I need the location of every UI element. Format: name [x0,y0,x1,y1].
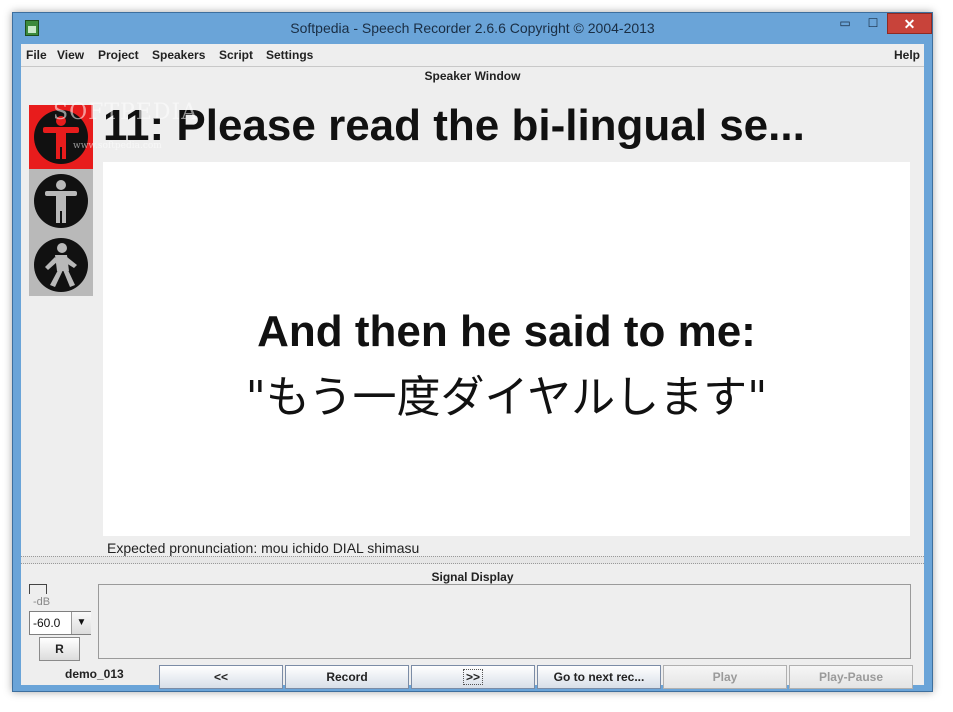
next-recording-button[interactable]: Go to next rec... [537,665,661,689]
menu-view[interactable]: View [57,48,84,62]
menu-project[interactable]: Project [98,48,139,62]
db-level-value: -60.0 [33,616,61,630]
level-meter-icon [29,584,47,594]
window-title: Softpedia - Speech Recorder 2.6.6 Copyri… [290,20,655,36]
play-button[interactable]: Play [663,665,787,689]
client-area: File View Project Speakers Script Settin… [21,44,924,689]
app-window: Softpedia - Speech Recorder 2.6.6 Copyri… [12,12,933,692]
minimize-button[interactable]: ▭ [831,13,859,34]
back-button[interactable]: << [159,665,283,689]
prompt-text-line-1: And then he said to me: [257,307,756,356]
watermark-url: www.softpedia.com [73,141,162,151]
record-button[interactable]: Record [285,665,409,689]
expected-pronunciation: Expected pronunciation: mou ichido DIAL … [107,540,420,556]
menu-settings[interactable]: Settings [266,48,313,62]
menu-speakers[interactable]: Speakers [152,48,205,62]
prompt-text-line-2: "もう一度ダイヤルします" [245,372,768,423]
session-id: demo_013 [65,667,124,681]
standing-figure-icon [34,174,88,228]
chevron-down-icon[interactable]: ▼ [71,612,91,634]
standby-light [29,169,93,233]
speaker-window-title: Speaker Window [424,69,521,83]
bottom-toolbar: demo_013 << Record >> Go to next rec... … [21,662,924,689]
menu-file[interactable]: File [26,48,47,62]
split-pane-divider[interactable] [21,556,924,564]
db-label: -dB [33,596,51,608]
db-level-select[interactable]: -60.0 ▼ [29,611,91,635]
menu-help[interactable]: Help [894,48,920,62]
forward-button-label: >> [462,669,483,685]
prompt-title: 11: Please read the bi-lingual se... [103,101,805,150]
prompt-area: And then he said to me: "もう一度ダイヤルします" [103,162,910,536]
signal-display-title: Signal Display [431,570,514,584]
r-button[interactable]: R [39,637,80,661]
menu-bar: File View Project Speakers Script Settin… [21,44,924,67]
go-light [29,233,93,297]
play-pause-button[interactable]: Play-Pause [789,665,913,689]
watermark: SOFTPEDIA [53,100,199,125]
title-bar[interactable]: Softpedia - Speech Recorder 2.6.6 Copyri… [13,13,932,44]
maximize-button[interactable]: ☐ [859,13,887,34]
walking-figure-icon [34,238,88,292]
forward-button[interactable]: >> [411,665,535,689]
signal-display-area [98,584,911,659]
menu-script[interactable]: Script [219,48,253,62]
close-button[interactable]: ✕ [887,13,932,34]
traffic-light-panel [29,105,93,296]
